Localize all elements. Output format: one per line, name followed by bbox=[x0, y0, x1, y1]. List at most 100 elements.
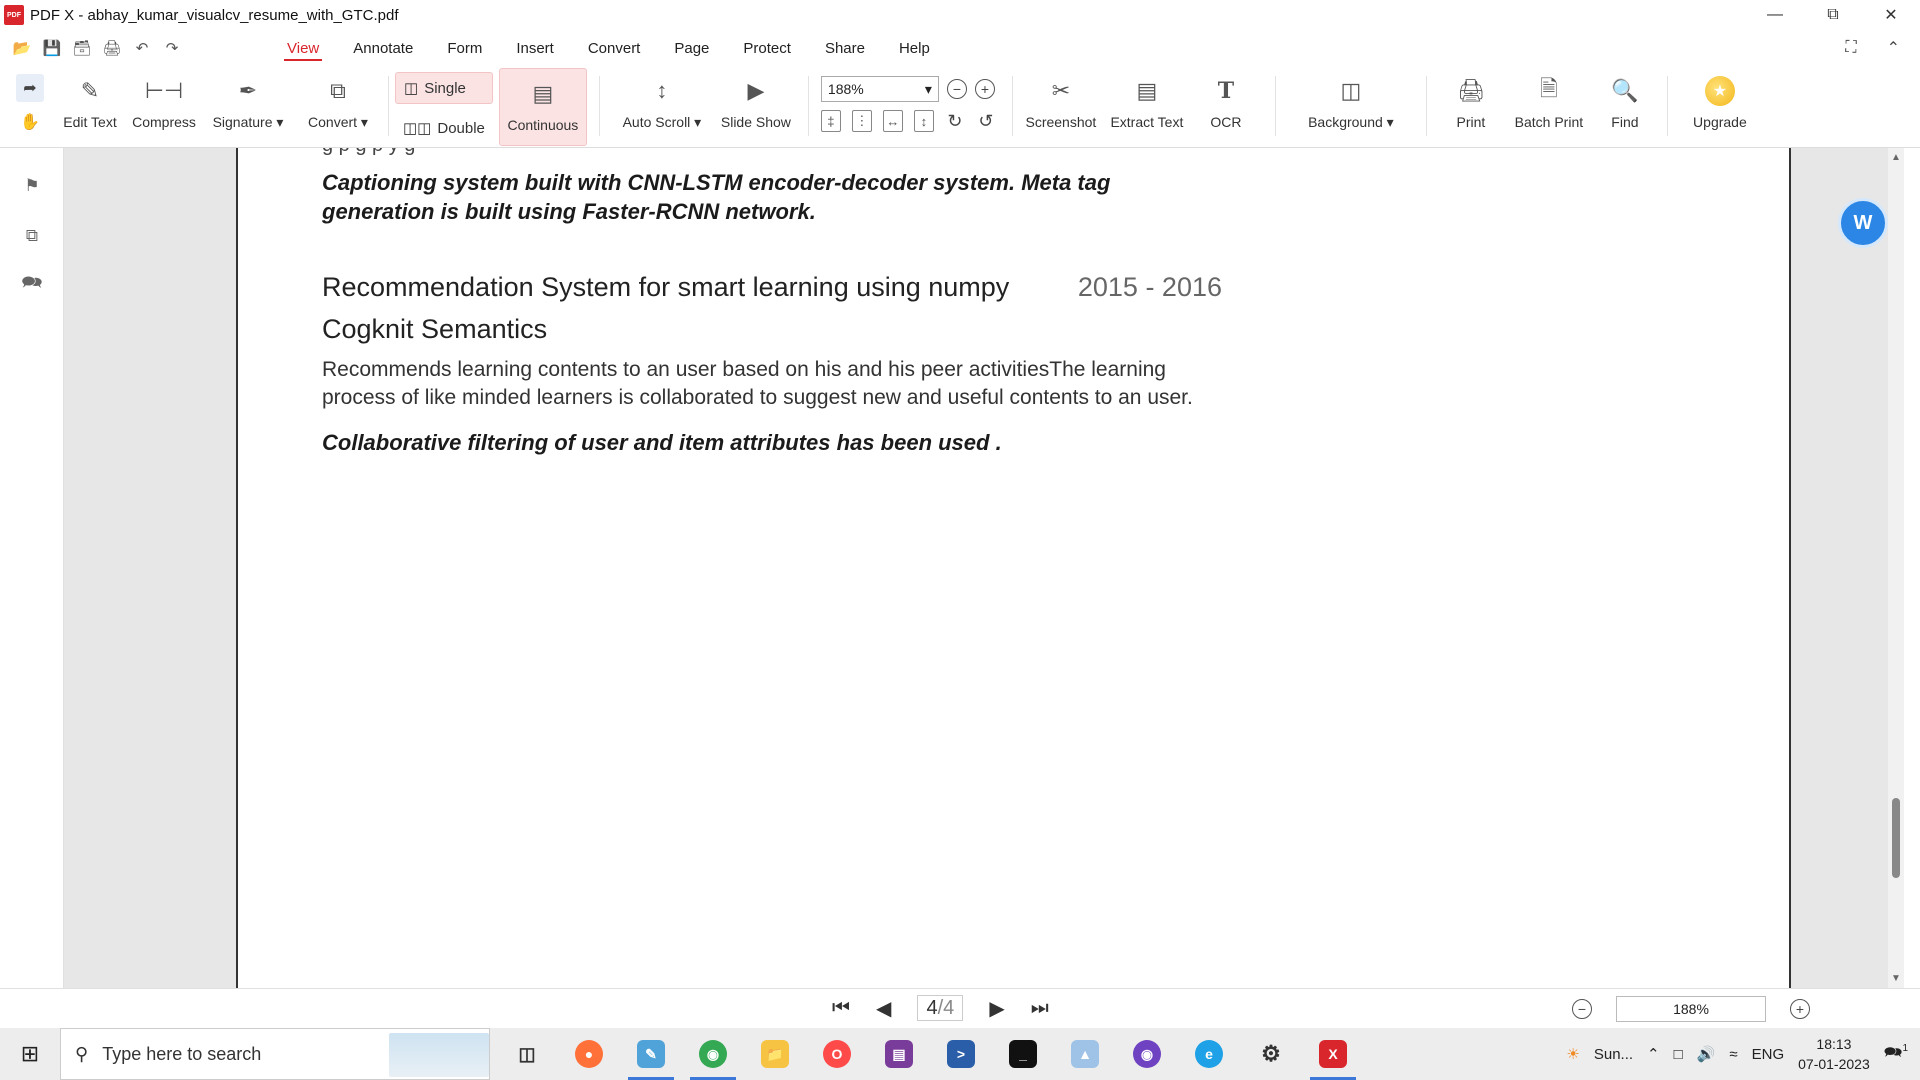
zoom-select[interactable]: 188% ▾ bbox=[820, 76, 939, 102]
photos-icon[interactable]: ▲ bbox=[1054, 1028, 1116, 1080]
compress-label: Compress bbox=[132, 114, 196, 130]
status-zoom-field[interactable]: 188% bbox=[1616, 996, 1766, 1022]
find-button[interactable]: 🔍 Find bbox=[1593, 66, 1657, 142]
save-icon[interactable]: 💾 bbox=[42, 38, 62, 58]
volume-icon[interactable]: 🔊 bbox=[1697, 1045, 1716, 1063]
vertical-scrollbar[interactable]: ▲ ▼ bbox=[1888, 148, 1904, 988]
menu-insert[interactable]: Insert bbox=[499, 30, 571, 66]
settings-gear-icon[interactable]: ⚙ bbox=[1240, 1028, 1302, 1080]
winrar-icon[interactable]: ▤ bbox=[868, 1028, 930, 1080]
project-title: Recommendation System for smart learning… bbox=[322, 272, 1010, 302]
screenshot-button[interactable]: ✂ Screenshot bbox=[1019, 66, 1103, 142]
ribbon-separator bbox=[1425, 76, 1427, 136]
slide-show-button[interactable]: ▶ Slide Show bbox=[712, 66, 800, 142]
last-page-icon[interactable]: ⏭ bbox=[1031, 997, 1049, 1020]
zoom-out-icon[interactable]: − bbox=[946, 79, 967, 99]
actual-size-icon[interactable]: ‡ bbox=[820, 110, 841, 132]
rotate-counterclockwise-icon[interactable]: ↺ bbox=[976, 111, 996, 131]
previous-page-icon[interactable]: ◀ bbox=[876, 996, 891, 1021]
chrome-icon[interactable]: ◉ bbox=[682, 1028, 744, 1080]
collapse-ribbon-icon[interactable]: ⌃ bbox=[1887, 38, 1900, 58]
batch-print-button[interactable]: 🗎 Batch Print bbox=[1505, 66, 1593, 142]
browser-o-icon[interactable]: O bbox=[806, 1028, 868, 1080]
terminal-icon[interactable]: _ bbox=[992, 1028, 1054, 1080]
document-viewport[interactable]: g p g p y g Captioning system built with… bbox=[64, 148, 1904, 988]
battery-icon[interactable]: □ bbox=[1674, 1046, 1683, 1063]
fit-page-icon[interactable]: ⋮ bbox=[851, 110, 872, 132]
upgrade-button[interactable]: ★ Upgrade bbox=[1676, 66, 1764, 142]
extract-text-button[interactable]: ▤ Extract Text bbox=[1103, 66, 1191, 142]
convert-icon: ⧉ bbox=[330, 78, 346, 103]
comments-icon[interactable]: 🗪 bbox=[20, 272, 44, 296]
system-clock[interactable]: 18:13 07-01-2023 bbox=[1798, 1034, 1870, 1074]
scrollbar-thumb[interactable] bbox=[1892, 798, 1900, 878]
internet-explorer-icon[interactable]: e bbox=[1178, 1028, 1240, 1080]
status-zoom-out-icon[interactable]: − bbox=[1572, 999, 1592, 1019]
print-quick-icon[interactable]: 🖨 bbox=[102, 38, 122, 58]
hand-tool-icon[interactable]: ✋ bbox=[16, 108, 44, 136]
weather-icon[interactable]: ☀ bbox=[1566, 1045, 1579, 1063]
menu-page[interactable]: Page bbox=[657, 30, 726, 66]
continuous-button[interactable]: ▤ Continuous bbox=[498, 68, 587, 146]
restore-button[interactable]: ⧉ bbox=[1804, 0, 1862, 30]
pages-thumbnail-icon[interactable]: ⧉ bbox=[20, 224, 44, 248]
pdf-page: g p g p y g Captioning system built with… bbox=[236, 148, 1791, 988]
status-zoom-in-icon[interactable]: + bbox=[1790, 999, 1810, 1019]
search-highlight-image bbox=[389, 1033, 489, 1077]
background-dropdown[interactable]: ◫ Background ▾ bbox=[1286, 66, 1416, 142]
undo-icon[interactable]: ↶ bbox=[132, 38, 152, 58]
page-number-field[interactable]: 4/4 bbox=[917, 995, 964, 1021]
powershell-icon[interactable]: > bbox=[930, 1028, 992, 1080]
redo-icon[interactable]: ↷ bbox=[162, 38, 182, 58]
auto-scroll-dropdown[interactable]: ↕ Auto Scroll ▾ bbox=[612, 66, 712, 142]
fit-width-icon[interactable]: ↔ bbox=[882, 110, 903, 132]
wifi-icon[interactable]: ≈ bbox=[1729, 1046, 1737, 1063]
select-tool-icon[interactable]: ➦ bbox=[16, 74, 44, 102]
notifications-icon[interactable]: 🗪1 bbox=[1884, 1042, 1908, 1067]
menu-protect[interactable]: Protect bbox=[726, 30, 808, 66]
edit-text-icon: ✎ bbox=[80, 78, 100, 103]
menu-form[interactable]: Form bbox=[430, 30, 499, 66]
edit-text-button[interactable]: ✎ Edit Text bbox=[54, 66, 126, 142]
zoom-in-icon[interactable]: + bbox=[974, 79, 995, 99]
notification-count: 1 bbox=[1902, 1042, 1908, 1054]
firefox-icon[interactable]: ● bbox=[558, 1028, 620, 1080]
scroll-down-icon[interactable]: ▼ bbox=[1891, 973, 1901, 984]
windows-start-icon[interactable]: ⊞ bbox=[0, 1028, 60, 1080]
convert-to-word-float-button[interactable]: W bbox=[1838, 198, 1888, 248]
fullscreen-icon[interactable]: ⛶ bbox=[1845, 39, 1856, 57]
show-hidden-icons-chevron-icon[interactable]: ⌃ bbox=[1647, 1045, 1660, 1063]
menu-share[interactable]: Share bbox=[808, 30, 882, 66]
menu-help[interactable]: Help bbox=[882, 30, 947, 66]
double-page-icon: ◫◫ bbox=[403, 120, 432, 137]
menu-annotate[interactable]: Annotate bbox=[336, 30, 430, 66]
ocr-button[interactable]: T OCR bbox=[1191, 66, 1261, 142]
minimize-button[interactable]: — bbox=[1746, 0, 1804, 30]
task-view-icon[interactable]: ◫ bbox=[496, 1028, 558, 1080]
scroll-up-icon[interactable]: ▲ bbox=[1891, 152, 1901, 163]
weather-text[interactable]: Sun... bbox=[1594, 1046, 1633, 1063]
rotate-clockwise-icon[interactable]: ↻ bbox=[945, 111, 965, 131]
taskbar-search-box[interactable]: ⚲ Type here to search bbox=[60, 1028, 490, 1080]
convert-dropdown[interactable]: ⧉ Convert ▾ bbox=[294, 66, 382, 142]
open-folder-icon[interactable]: 📂 bbox=[12, 38, 32, 58]
menu-row: 📂 💾 🗃 🖨 ↶ ↷ View Annotate Form Insert Co… bbox=[0, 30, 1920, 66]
close-button[interactable]: ✕ bbox=[1862, 0, 1920, 30]
pdfx-taskbar-icon[interactable]: X bbox=[1302, 1028, 1364, 1080]
menu-view[interactable]: View bbox=[270, 30, 336, 66]
github-icon[interactable]: ◉ bbox=[1116, 1028, 1178, 1080]
menu-convert[interactable]: Convert bbox=[571, 30, 658, 66]
file-explorer-icon[interactable]: 📁 bbox=[744, 1028, 806, 1080]
signature-dropdown[interactable]: ✒ Signature ▾ bbox=[202, 66, 294, 142]
compress-button[interactable]: ⊢⊣ Compress bbox=[126, 66, 202, 142]
save-as-icon[interactable]: 🗃 bbox=[72, 38, 92, 58]
single-page-button[interactable]: ◫ Single bbox=[395, 72, 493, 104]
fit-visible-icon[interactable]: ↕ bbox=[913, 110, 934, 132]
notepad-app-icon[interactable]: ✎ bbox=[620, 1028, 682, 1080]
bookmark-icon[interactable]: ⚑ bbox=[20, 174, 44, 198]
next-page-icon[interactable]: ▶ bbox=[989, 996, 1004, 1021]
first-page-icon[interactable]: ⏮ bbox=[832, 997, 850, 1020]
double-page-button[interactable]: ◫◫ Double bbox=[395, 112, 493, 144]
language-indicator[interactable]: ENG bbox=[1752, 1046, 1785, 1063]
print-button[interactable]: 🖨 Print bbox=[1437, 66, 1505, 142]
